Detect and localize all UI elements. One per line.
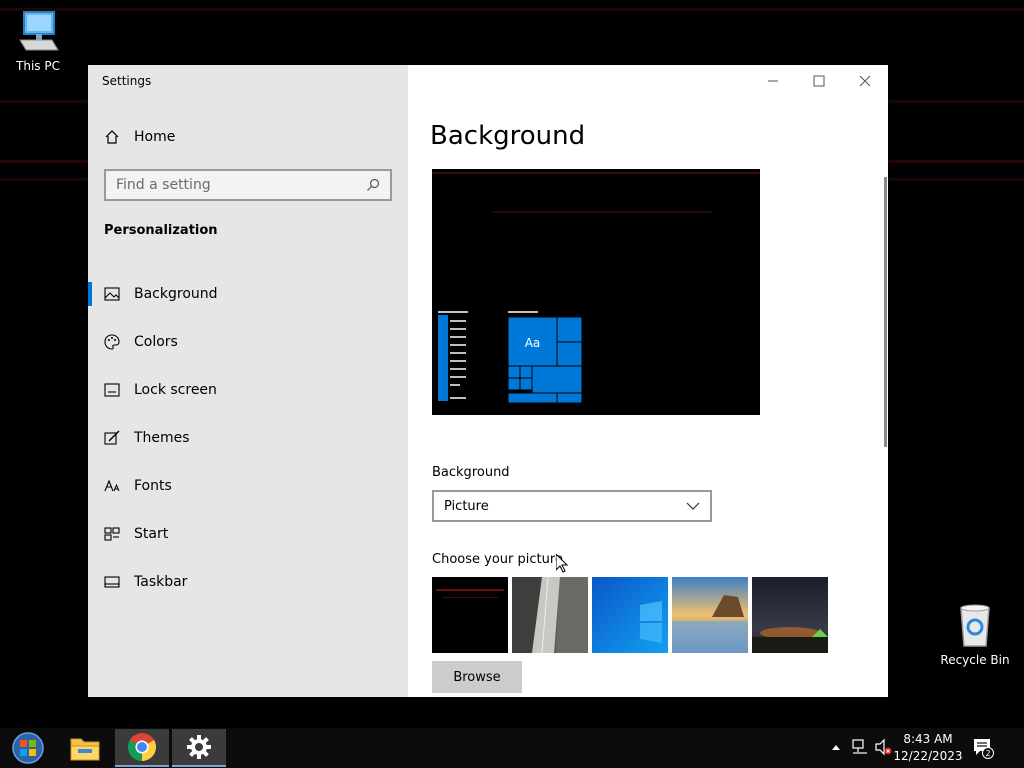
scrollbar[interactable] <box>884 177 887 447</box>
home-nav-item[interactable]: Home <box>104 129 175 145</box>
action-center-button[interactable]: 2 <box>972 737 994 762</box>
page-title: Background <box>430 121 586 151</box>
sidebar-item-start[interactable]: Start <box>88 510 408 558</box>
settings-sidebar: Settings Home Personalization Background <box>88 65 408 697</box>
sidebar-item-label: Colors <box>134 334 178 350</box>
recycle-bin-icon <box>960 604 990 647</box>
picture-thumbnail-waterfall[interactable] <box>512 577 588 653</box>
sidebar-item-label: Lock screen <box>134 382 217 398</box>
browse-button[interactable]: Browse <box>432 661 522 693</box>
sidebar-item-label: Fonts <box>134 478 172 494</box>
window-title: Settings <box>102 74 152 88</box>
personalization-nav: Background Colors Lock screen Themes Fon… <box>88 270 408 606</box>
picture-thumbnail-beach[interactable] <box>672 577 748 653</box>
chevron-down-icon <box>686 502 700 510</box>
clock[interactable]: 8:43 AM 12/22/2023 <box>892 731 964 765</box>
volume-muted-icon <box>875 738 892 756</box>
taskbar-icon <box>104 574 120 590</box>
sidebar-item-themes[interactable]: Themes <box>88 414 408 462</box>
themes-icon <box>104 430 120 446</box>
search-box[interactable] <box>104 169 392 201</box>
settings-window: Settings Home Personalization Background <box>88 65 888 697</box>
clock-date: 12/22/2023 <box>893 749 963 763</box>
sidebar-item-label: Taskbar <box>134 574 188 590</box>
volume-button[interactable] <box>874 738 892 759</box>
chrome-taskbar-button[interactable] <box>115 729 169 767</box>
start-button[interactable] <box>1 729 55 767</box>
sidebar-item-label: Themes <box>134 430 190 446</box>
picture-thumbnail-windows[interactable] <box>592 577 668 653</box>
recycle-bin-label: Recycle Bin <box>940 653 1010 667</box>
clock-time: 8:43 AM <box>903 732 953 746</box>
taskbar: 8:43 AM 12/22/2023 2 <box>0 728 1024 768</box>
picture-thumbnails <box>432 577 828 653</box>
choose-picture-label: Choose your picture <box>432 552 563 567</box>
show-hidden-icons-button[interactable] <box>831 740 841 754</box>
fonts-icon <box>104 478 120 494</box>
sidebar-item-taskbar[interactable]: Taskbar <box>88 558 408 606</box>
gear-icon <box>187 735 211 759</box>
background-type-dropdown[interactable]: Picture <box>432 490 712 522</box>
sidebar-item-colors[interactable]: Colors <box>88 318 408 366</box>
this-pc-label: This PC <box>16 59 60 73</box>
lock-screen-icon <box>104 382 120 398</box>
network-icon <box>852 739 867 754</box>
dropdown-value: Picture <box>444 498 489 514</box>
notification-icon: 2 <box>974 739 994 759</box>
file-explorer-taskbar-button[interactable] <box>58 729 112 767</box>
recycle-bin-desktop-icon[interactable]: Recycle Bin <box>937 602 1013 667</box>
sidebar-item-label: Background <box>134 286 218 302</box>
mouse-cursor <box>556 554 568 573</box>
chrome-icon <box>128 733 156 761</box>
search-icon <box>367 178 380 191</box>
sidebar-item-label: Start <box>134 526 169 542</box>
background-label: Background <box>432 465 510 480</box>
settings-content: Background Aa Background Picture Choose … <box>408 65 888 697</box>
sidebar-item-background[interactable]: Background <box>88 270 408 318</box>
start-icon <box>104 526 120 542</box>
computer-icon <box>19 11 59 51</box>
preview-tile-text: Aa <box>525 336 541 350</box>
section-title: Personalization <box>104 223 218 238</box>
folder-icon <box>70 738 100 761</box>
notification-count: 2 <box>985 749 990 758</box>
home-icon <box>105 130 119 144</box>
search-input[interactable] <box>116 177 366 193</box>
chevron-up-icon <box>832 745 840 750</box>
picture-icon <box>104 286 120 302</box>
desktop-preview: Aa <box>432 169 760 415</box>
palette-icon <box>104 334 120 350</box>
windows-orb-icon <box>12 732 44 764</box>
network-status-button[interactable] <box>851 738 869 759</box>
sidebar-item-fonts[interactable]: Fonts <box>88 462 408 510</box>
picture-thumbnail-dark[interactable] <box>432 577 508 653</box>
settings-taskbar-button[interactable] <box>172 729 226 767</box>
picture-thumbnail-night-sky[interactable] <box>752 577 828 653</box>
home-label: Home <box>134 129 176 145</box>
sidebar-item-lock-screen[interactable]: Lock screen <box>88 366 408 414</box>
this-pc-desktop-icon[interactable]: This PC <box>0 10 76 73</box>
